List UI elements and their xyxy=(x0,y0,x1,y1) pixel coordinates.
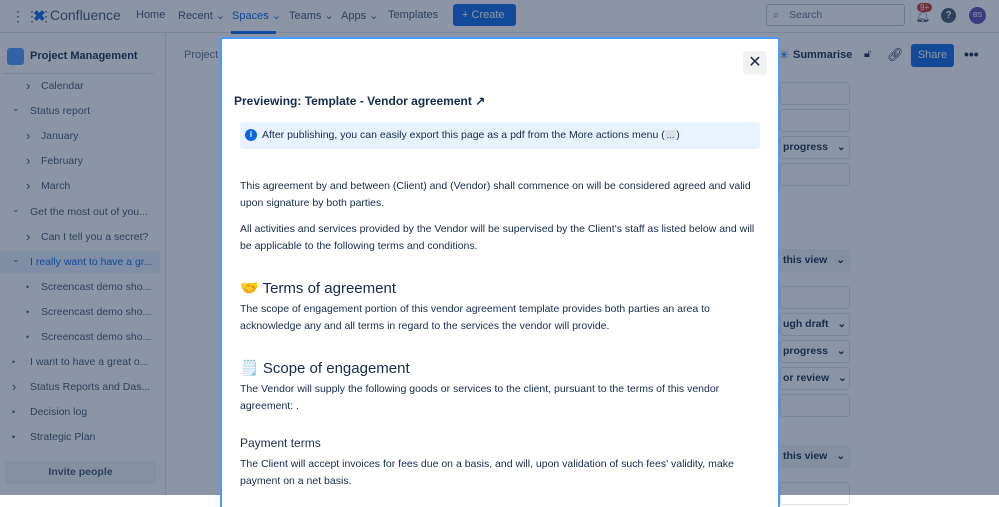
info-panel: i After publishing, you can easily expor… xyxy=(240,122,760,149)
inline-code: ... xyxy=(664,130,677,140)
info-text-end: ) xyxy=(676,129,680,141)
paragraph: This agreement by and between (Client) a… xyxy=(240,180,751,209)
paragraph: The Vendor will supply the following goo… xyxy=(240,383,720,412)
heading-text: Scope of engagement xyxy=(262,360,410,377)
heading-text: Terms of agreement xyxy=(262,280,396,297)
handshake-icon: 🤝 xyxy=(240,280,259,297)
paragraph: The scope of engagement portion of this … xyxy=(240,303,710,332)
title-text: Previewing: Template - Vendor agreement xyxy=(234,94,472,108)
notepad-icon: 🗒️ xyxy=(240,360,259,377)
close-icon: ✕ xyxy=(748,54,762,71)
heading-scope: 🗒️ Scope of engagement xyxy=(240,359,410,377)
info-icon: i xyxy=(245,129,257,141)
heading-payment: Payment terms xyxy=(240,436,321,450)
info-text: After publishing, you can easily export … xyxy=(262,129,665,141)
heading-terms: 🤝 Terms of agreement xyxy=(240,279,396,297)
close-button[interactable]: ✕ xyxy=(743,51,767,75)
paragraph: The Client will accept invoices for fees… xyxy=(240,458,734,487)
template-preview-modal: ✕ Previewing: Template - Vendor agreemen… xyxy=(220,37,780,507)
paragraph: All activities and services provided by … xyxy=(240,223,755,252)
external-link-icon[interactable]: ↗ xyxy=(475,94,485,108)
modal-title: Previewing: Template - Vendor agreement … xyxy=(234,94,485,108)
